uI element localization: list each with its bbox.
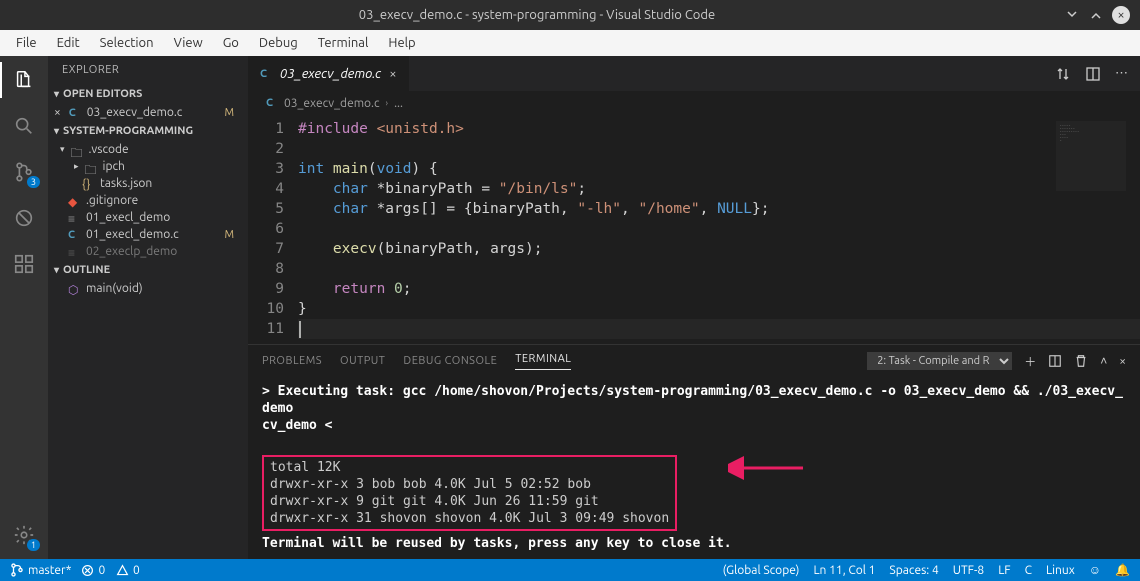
menu-help[interactable]: Help [380, 33, 423, 53]
folder-icon: 🗀 [85, 161, 97, 173]
binary-file-icon: ≡ [68, 246, 80, 258]
panel-tab-output[interactable]: OUTPUT [340, 355, 385, 367]
panel-tab-debug-console[interactable]: DEBUG CONSOLE [403, 355, 497, 367]
menubar: File Edit Selection View Go Debug Termin… [0, 30, 1140, 56]
terminal-cmd-suffix: cv_demo < [262, 417, 1126, 434]
sidebar-title: EXPLORER [48, 56, 248, 84]
terminal-output[interactable]: > Executing task: gcc /home/shovon/Proje… [248, 377, 1140, 559]
c-file-icon: C [266, 97, 278, 109]
c-file-icon: C [260, 68, 272, 80]
split-editor-icon[interactable] [1085, 66, 1101, 82]
menu-view[interactable]: View [166, 33, 211, 53]
project-header[interactable]: ▾SYSTEM-PROGRAMMING [48, 121, 248, 141]
activity-bar: 3 1 [0, 56, 48, 559]
status-scope[interactable]: (Global Scope) [723, 564, 800, 577]
gear-badge: 1 [27, 539, 40, 551]
line-gutter: 1234567891011 [248, 115, 298, 344]
tab-label: 03_execv_demo.c [280, 67, 381, 81]
folder-ipch[interactable]: ▸🗀ipch [48, 158, 248, 175]
settings-gear-icon[interactable]: 1 [10, 521, 38, 549]
panel-tab-problems[interactable]: PROBLEMS [262, 355, 322, 367]
status-problems[interactable]: 0 0 [81, 564, 139, 577]
menu-selection[interactable]: Selection [92, 33, 162, 53]
status-spaces[interactable]: Spaces: 4 [889, 564, 938, 577]
breadcrumb-file[interactable]: 03_execv_demo.c [284, 97, 380, 110]
chevron-right-icon: › [386, 98, 389, 108]
maximize-button[interactable] [1088, 7, 1104, 23]
highlighted-output: total 12K drwxr-xr-x 3 bob bob 4.0K Jul … [262, 455, 677, 531]
status-encoding[interactable]: UTF-8 [953, 564, 984, 577]
menu-file[interactable]: File [8, 33, 45, 53]
outline-header[interactable]: ▾OUTLINE [48, 260, 248, 280]
status-branch[interactable]: master* [10, 563, 71, 577]
terminal-footer: Terminal will be reused by tasks, press … [262, 535, 1126, 552]
chevron-down-icon: ▾ [54, 88, 59, 100]
minimap[interactable]: ▬▬▬▬▬▬▬▬▬▬▬▬▬▬▬▬▬▬▬▬▬▬▬▬▬▬▬▬▬ [1056, 121, 1126, 191]
status-language[interactable]: C [1025, 564, 1032, 577]
terminal-task-select[interactable]: 2: Task - Compile and R [867, 352, 1012, 370]
code-content[interactable]: #include <unistd.h> int main(void) { cha… [298, 115, 1140, 344]
menu-go[interactable]: Go [215, 33, 247, 53]
split-terminal-icon[interactable] [1048, 354, 1062, 368]
tab-03-execv-demo[interactable]: C 03_execv_demo.c × [248, 56, 410, 91]
json-file-icon: {} [82, 178, 94, 190]
file-execl-demo-c[interactable]: C01_execl_demo.c [48, 226, 248, 243]
folder-icon: 🗀 [71, 144, 83, 156]
chevron-down-icon: ▾ [54, 125, 59, 137]
file-tasks-json[interactable]: {}tasks.json [48, 175, 248, 192]
close-icon[interactable]: × [54, 106, 61, 119]
symbol-method-icon: ⬡ [68, 283, 80, 295]
chevron-down-icon: ▾ [54, 264, 59, 276]
status-feedback-icon[interactable]: ☺ [1089, 563, 1101, 577]
file-execl-demo[interactable]: ≡01_execl_demo [48, 209, 248, 226]
status-position[interactable]: Ln 11, Col 1 [813, 564, 875, 577]
search-icon[interactable] [10, 112, 38, 140]
kill-terminal-icon[interactable] [1074, 354, 1088, 368]
close-button[interactable]: × [1112, 6, 1130, 24]
minimize-button[interactable] [1064, 7, 1080, 23]
scm-badge: 3 [27, 176, 40, 188]
breadcrumbs[interactable]: C 03_execv_demo.c › ... [248, 91, 1140, 115]
status-eol[interactable]: LF [998, 564, 1010, 577]
editor-tabs: C 03_execv_demo.c × ⋯ [248, 56, 1140, 91]
more-actions-icon[interactable]: ⋯ [1115, 66, 1128, 81]
maximize-panel-icon[interactable]: ˄ [1100, 354, 1107, 368]
binary-file-icon: ≡ [68, 212, 80, 224]
breadcrumb-rest: ... [394, 97, 403, 110]
file-gitignore[interactable]: ◆.gitignore [48, 192, 248, 209]
sidebar-explorer: EXPLORER ▾OPEN EDITORS × C 03_execv_demo… [48, 56, 248, 559]
outline-main[interactable]: ⬡main(void) [48, 280, 248, 297]
annotation-arrow-icon [728, 455, 808, 481]
source-control-icon[interactable]: 3 [10, 158, 38, 186]
caret [299, 321, 301, 338]
folder-vscode[interactable]: ▾🗀.vscode [48, 141, 248, 158]
c-file-icon: C [69, 107, 81, 119]
close-tab-icon[interactable]: × [389, 67, 396, 81]
chevron-right-icon: ▸ [74, 161, 79, 172]
c-file-icon: C [68, 229, 80, 241]
menu-terminal[interactable]: Terminal [310, 33, 377, 53]
file-execlp-demo[interactable]: ≡02_execlp_demo [48, 243, 248, 260]
menu-debug[interactable]: Debug [251, 33, 306, 53]
code-editor[interactable]: 1234567891011 #include <unistd.h> int ma… [248, 115, 1140, 344]
window-title: 03_execv_demo.c - system-programming - V… [10, 8, 1064, 22]
explorer-icon[interactable] [10, 66, 38, 94]
statusbar: master* 0 0 (Global Scope) Ln 11, Col 1 … [0, 559, 1140, 581]
bottom-panel: PROBLEMS OUTPUT DEBUG CONSOLE TERMINAL 2… [248, 344, 1140, 559]
status-bell-icon[interactable]: 🔔 [1115, 563, 1130, 577]
new-terminal-icon[interactable]: ＋ [1024, 353, 1036, 370]
open-editor-item[interactable]: × C 03_execv_demo.c [48, 104, 248, 121]
extensions-icon[interactable] [10, 250, 38, 278]
panel-tab-terminal[interactable]: TERMINAL [515, 353, 571, 370]
gitignore-icon: ◆ [68, 195, 80, 207]
titlebar: 03_execv_demo.c - system-programming - V… [0, 0, 1140, 30]
compare-changes-icon[interactable] [1055, 66, 1071, 82]
debug-icon[interactable] [10, 204, 38, 232]
open-editor-filename: 03_execv_demo.c [87, 106, 183, 119]
menu-edit[interactable]: Edit [49, 33, 88, 53]
close-panel-icon[interactable]: × [1119, 355, 1126, 368]
open-editors-header[interactable]: ▾OPEN EDITORS [48, 84, 248, 104]
chevron-down-icon: ▾ [60, 144, 65, 155]
status-os[interactable]: Linux [1046, 564, 1075, 577]
